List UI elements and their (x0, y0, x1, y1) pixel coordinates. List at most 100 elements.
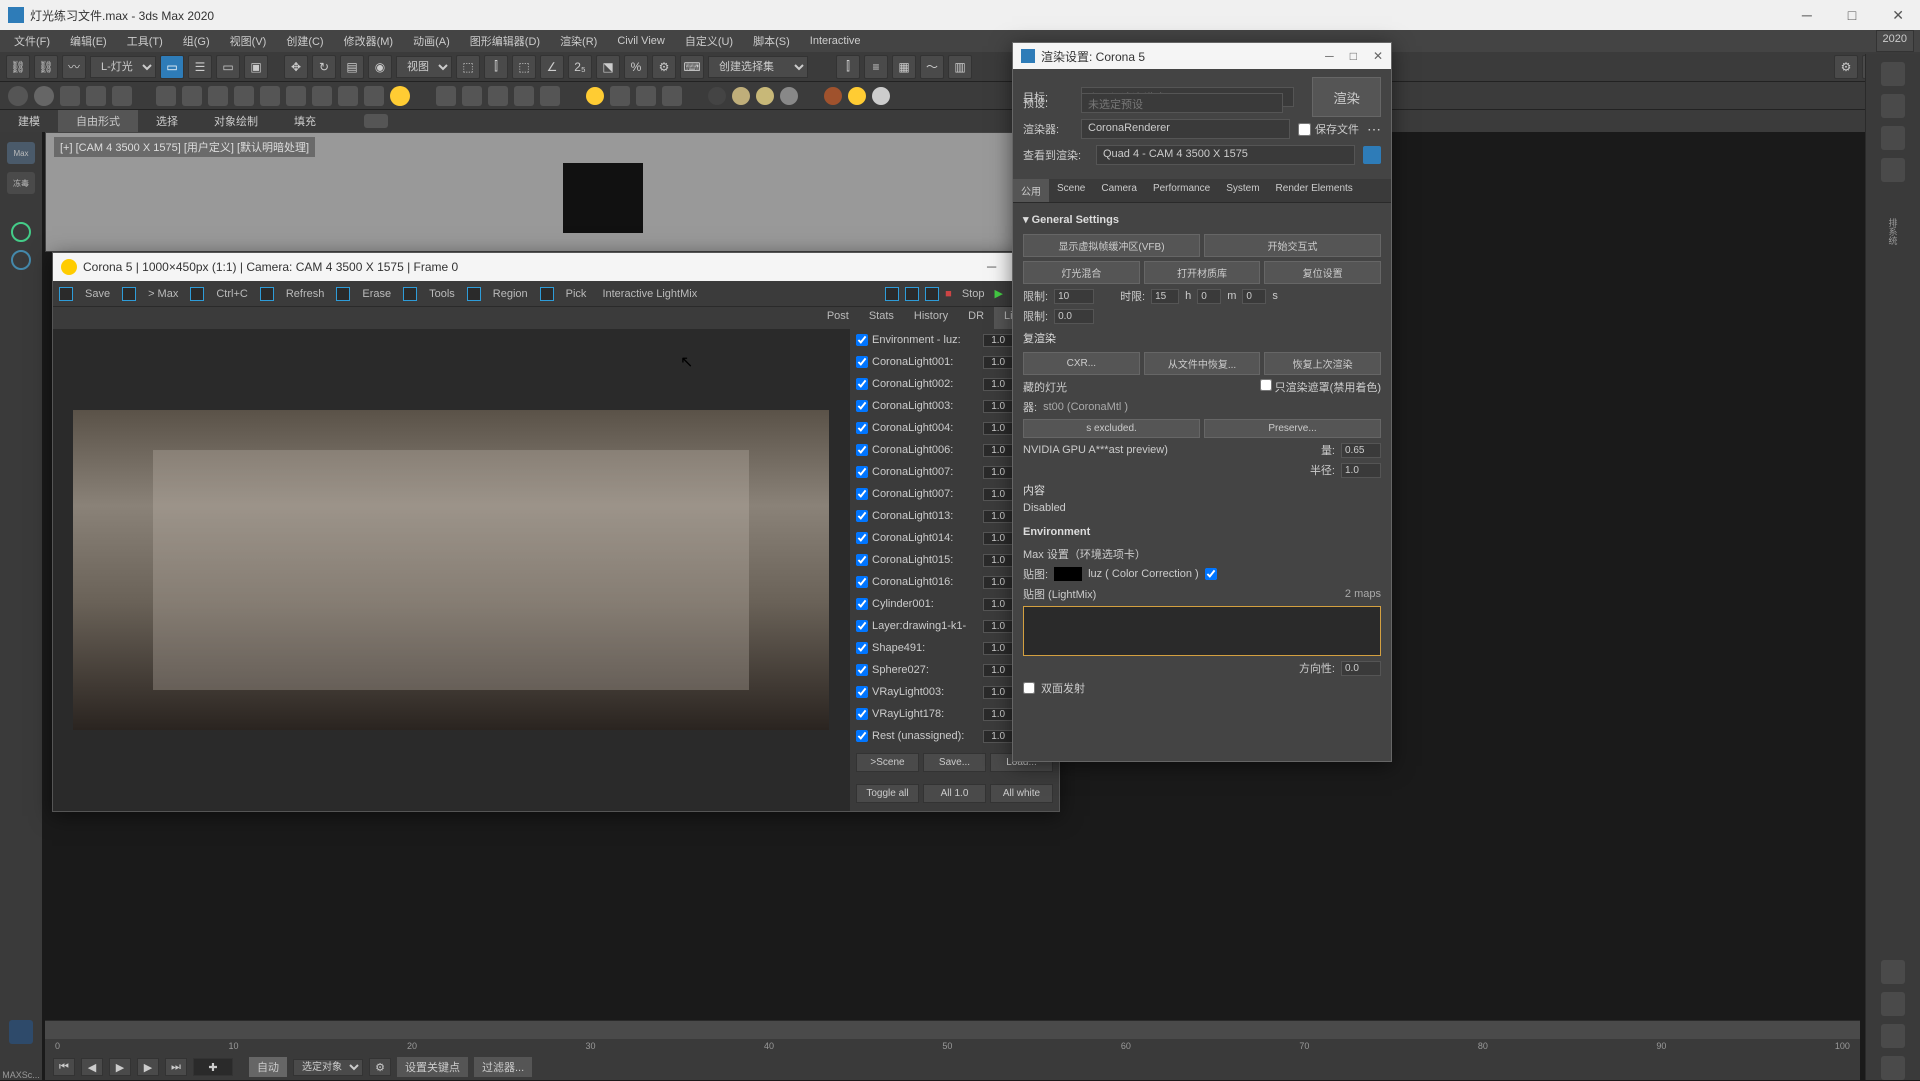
lightmix-intensity-input[interactable] (983, 730, 1013, 743)
more-icon[interactable]: ⋯ (1367, 121, 1381, 138)
lightmix-enable-checkbox[interactable] (856, 488, 868, 500)
lightmix-enable-checkbox[interactable] (856, 708, 868, 720)
goto-start-icon[interactable]: ⏮ (53, 1058, 75, 1076)
lightmix-intensity-input[interactable] (983, 356, 1013, 369)
env-preview[interactable] (1023, 606, 1381, 656)
ref-coord-system[interactable]: 视图 (396, 56, 452, 78)
content-select[interactable]: Disabled (1023, 502, 1143, 514)
lightmix-intensity-input[interactable] (983, 664, 1013, 677)
lightmix-intensity-input[interactable] (983, 510, 1013, 523)
select-rect-icon[interactable]: ▭ (216, 55, 240, 79)
restore-file-button[interactable]: 从文件中恢复... (1144, 352, 1261, 375)
vfb-refresh[interactable]: Refresh (282, 286, 329, 302)
lm-allwhite[interactable]: All white (990, 784, 1053, 803)
play-icon[interactable]: ▶ (109, 1058, 131, 1076)
preset-select[interactable]: 未选定预设 (1081, 93, 1283, 113)
menu-file[interactable]: 文件(F) (6, 31, 58, 51)
vfb-tomax[interactable]: > Max (144, 286, 182, 302)
render-setup-icon[interactable]: ⚙ (1834, 55, 1858, 79)
rd-tab-common[interactable]: 公用 (1013, 179, 1049, 202)
rd-close[interactable]: ✕ (1373, 49, 1383, 63)
menu-interactive[interactable]: Interactive (802, 33, 869, 49)
set-key-button[interactable]: 设置关键点 (397, 1057, 468, 1077)
lm-toscene[interactable]: >Scene (856, 753, 919, 772)
rd-tab-elements[interactable]: Render Elements (1268, 179, 1361, 202)
nav-icon[interactable] (1881, 1024, 1905, 1048)
create-tab-icon[interactable] (1881, 62, 1905, 86)
lightmix-enable-checkbox[interactable] (856, 664, 868, 676)
lightmix-intensity-input[interactable] (983, 576, 1013, 589)
curve-editor-icon[interactable]: 〜 (920, 55, 944, 79)
tool-icon[interactable] (34, 86, 54, 106)
key-filters-button[interactable]: 过滤器... (474, 1057, 532, 1077)
gpu-select[interactable]: NVIDIA GPU A***ast preview) (1023, 444, 1315, 456)
angle-snap-icon[interactable]: ∠ (540, 55, 564, 79)
menu-view[interactable]: 视图(V) (222, 31, 275, 51)
link-icon[interactable]: ⛓ (6, 55, 30, 79)
tool-icon[interactable] (208, 86, 228, 106)
tab-freeform[interactable]: 自由形式 (58, 110, 138, 132)
panel-icon[interactable] (488, 86, 508, 106)
menu-civil-view[interactable]: Civil View (609, 33, 672, 49)
layers-icon[interactable]: ▦ (892, 55, 916, 79)
menu-group[interactable]: 组(G) (175, 31, 218, 51)
select-object-icon[interactable]: ▭ (160, 55, 184, 79)
rotate-icon[interactable]: ↻ (312, 55, 336, 79)
time-m-input[interactable] (1197, 289, 1221, 304)
render-button[interactable]: 渲染 (1312, 77, 1381, 117)
tool-icon[interactable] (156, 86, 176, 106)
add-key-icon[interactable]: ✚ (193, 1058, 233, 1076)
vfb-tab-history[interactable]: History (904, 307, 958, 329)
lightmix-enable-checkbox[interactable] (856, 554, 868, 566)
key-filters-icon[interactable]: ⚙ (369, 1058, 391, 1076)
menu-modifiers[interactable]: 修改器(M) (336, 31, 402, 51)
vfb-tools[interactable]: Tools (425, 286, 459, 302)
material-sphere-icon[interactable] (586, 87, 604, 105)
time-s-input[interactable] (1242, 289, 1266, 304)
material-sphere-icon[interactable] (848, 87, 866, 105)
lightmix-intensity-input[interactable] (983, 378, 1013, 391)
zoom-100-icon[interactable] (925, 287, 939, 301)
lightmix-intensity-input[interactable] (983, 532, 1013, 545)
lightmix-enable-checkbox[interactable] (856, 730, 868, 742)
lightmix-intensity-input[interactable] (983, 598, 1013, 611)
pivot-icon[interactable]: ⬚ (456, 55, 480, 79)
max-button[interactable]: Max (7, 142, 35, 164)
two-sided-checkbox[interactable] (1023, 682, 1035, 694)
material-sphere-icon[interactable] (872, 87, 890, 105)
vfb-tab-dr[interactable]: DR (958, 307, 994, 329)
nav-icon[interactable] (1881, 1056, 1905, 1080)
cloud-icon[interactable] (462, 86, 482, 106)
tool-icon[interactable] (234, 86, 254, 106)
directionality-input[interactable] (1341, 661, 1381, 676)
minimize-button[interactable]: ─ (1794, 7, 1820, 24)
lightmix-enable-checkbox[interactable] (856, 576, 868, 588)
menu-rendering[interactable]: 渲染(R) (552, 31, 605, 51)
selection-filter[interactable]: L-灯光 (90, 56, 156, 78)
lightmix-intensity-input[interactable] (983, 642, 1013, 655)
select-window-icon[interactable]: ▣ (244, 55, 268, 79)
tool-icon[interactable] (286, 86, 306, 106)
lightmix-intensity-input[interactable] (983, 334, 1013, 347)
lm-toggleall[interactable]: Toggle all (856, 784, 919, 803)
lightmix-enable-checkbox[interactable] (856, 598, 868, 610)
tool-icon[interactable] (364, 86, 384, 106)
auto-key-button[interactable]: 自动 (249, 1057, 287, 1077)
vfb-copy[interactable]: Ctrl+C (212, 286, 251, 302)
tab-populate[interactable]: 填充 (276, 110, 334, 132)
panel-icon[interactable] (514, 86, 534, 106)
cloud-icon[interactable] (436, 86, 456, 106)
lightmix-enable-checkbox[interactable] (856, 400, 868, 412)
vfb-render-view[interactable] (53, 329, 849, 811)
lightmix-enable-checkbox[interactable] (856, 532, 868, 544)
erase-icon[interactable] (336, 287, 350, 301)
workspace-selector[interactable]: 2020 (1876, 30, 1914, 52)
lightmix-intensity-input[interactable] (983, 686, 1013, 699)
unlink-icon[interactable]: ⛓ (34, 55, 58, 79)
menu-scripting[interactable]: 脚本(S) (745, 31, 798, 51)
tool-icon[interactable] (610, 86, 630, 106)
vfb-stop[interactable]: Stop (958, 286, 989, 302)
scale-icon[interactable]: ▤ (340, 55, 364, 79)
vfb-region[interactable]: Region (489, 286, 532, 302)
general-settings-header[interactable]: ▾ General Settings (1023, 209, 1381, 230)
